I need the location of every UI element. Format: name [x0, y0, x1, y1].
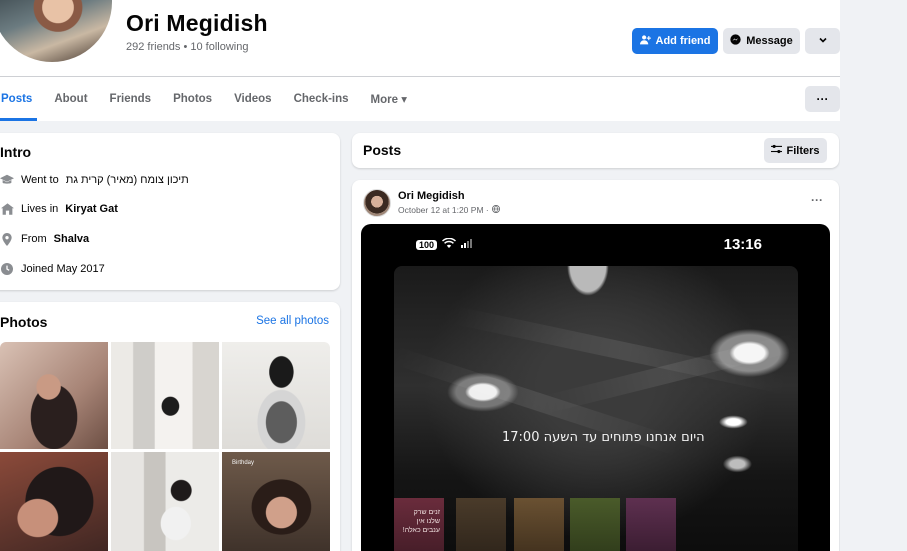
banner-text: זנים שרק שלנו אין ענבים כאלה! — [402, 509, 440, 534]
intro-education: Went to תיכון צומח (מאיר) קרית גת — [0, 173, 189, 187]
filters-button[interactable]: Filters — [764, 138, 827, 163]
post-timestamp: October 12 at 1:20 PM · — [398, 205, 500, 215]
profile-more-button[interactable] — [805, 28, 840, 54]
post-image[interactable]: 100 13:16 היום אנחנו פתוחים עד השעה 17:0… — [361, 224, 830, 551]
phone-battery-level: 100 — [416, 239, 438, 250]
tab-more[interactable]: More ▾ — [360, 77, 418, 121]
location-pin-icon — [0, 232, 14, 246]
shop-banner — [514, 498, 564, 551]
tab-about[interactable]: About — [43, 77, 98, 121]
post-author-avatar[interactable] — [363, 189, 391, 217]
phone-status-bar: 100 — [416, 237, 473, 251]
phone-clock: 13:16 — [723, 236, 762, 253]
intro-title: Intro — [0, 144, 32, 160]
photos-title: Photos — [0, 314, 48, 330]
graduation-cap-icon — [0, 173, 14, 187]
filters-label: Filters — [786, 144, 820, 157]
tab-photos[interactable]: Photos — [162, 77, 223, 121]
right-gutter — [840, 0, 907, 551]
chevron-down-icon — [818, 35, 828, 48]
posts-title: Posts — [363, 142, 402, 158]
profile-header: Ori Megidish 292 friends • 10 following … — [0, 0, 840, 121]
profile-stats[interactable]: 292 friends • 10 following — [126, 41, 248, 53]
shop-banner — [626, 498, 676, 551]
photos-card: Photos See all photos Birthday — [0, 302, 340, 551]
photo-thumbnail[interactable] — [0, 342, 108, 449]
shop-banner — [570, 498, 620, 551]
intro-education-prefix: Went to — [21, 174, 59, 186]
photo-thumbnail[interactable] — [0, 452, 108, 551]
intro-from-city[interactable]: Shalva — [54, 233, 89, 245]
messenger-icon — [730, 34, 741, 48]
signal-icon — [461, 238, 473, 251]
post-author-name[interactable]: Ori Megidish — [398, 190, 465, 202]
tab-friends[interactable]: Friends — [99, 77, 163, 121]
tab-posts[interactable]: Posts — [0, 77, 43, 121]
post-more-options-button[interactable]: ··· — [811, 193, 823, 207]
post-card: Ori Megidish October 12 at 1:20 PM · ···… — [352, 180, 839, 551]
tab-videos[interactable]: Videos — [223, 77, 283, 121]
intro-from-prefix: From — [21, 233, 47, 245]
tabs-more-options-button[interactable]: ··· — [805, 86, 840, 112]
posts-header-card: Posts Filters — [352, 133, 839, 168]
add-friend-label: Add friend — [655, 35, 711, 47]
shop-banner — [456, 498, 506, 551]
see-all-photos-link[interactable]: See all photos — [256, 315, 329, 327]
message-button[interactable]: Message — [723, 28, 800, 54]
clock-icon — [0, 262, 14, 276]
person-plus-icon — [639, 34, 651, 48]
intro-education-school[interactable]: תיכון צומח (מאיר) קרית גת — [66, 174, 189, 186]
profile-tabs: Posts About Friends Photos Videos Check-… — [0, 77, 418, 121]
tab-check-ins[interactable]: Check-ins — [283, 77, 360, 121]
intro-from: From Shalva — [0, 232, 89, 246]
photo-thumbnail[interactable] — [222, 342, 330, 449]
profile-avatar[interactable] — [0, 0, 112, 62]
house-icon — [0, 202, 14, 216]
intro-lives-prefix: Lives in — [21, 203, 59, 215]
intro-joined: Joined May 2017 — [0, 262, 105, 276]
shop-banner: זנים שרק שלנו אין ענבים כאלה! — [394, 498, 444, 551]
globe-icon — [491, 205, 500, 215]
add-friend-button[interactable]: Add friend — [632, 28, 718, 54]
sliders-icon — [771, 144, 783, 157]
message-label: Message — [746, 35, 793, 47]
post-date-text[interactable]: October 12 at 1:20 PM · — [398, 205, 489, 215]
photo-thumbnail[interactable]: Birthday — [222, 452, 330, 551]
intro-lives-in: Lives in Kiryat Gat — [0, 202, 118, 216]
photo-thumbnail[interactable] — [111, 342, 219, 449]
profile-name: Ori Megidish — [126, 10, 268, 36]
intro-joined-text: Joined May 2017 — [21, 263, 105, 275]
photo-caption: Birthday — [232, 460, 255, 466]
restaurant-photo: היום אנחנו פתוחים עד השעה 17:00 זנים שרק… — [394, 266, 798, 551]
intro-lives-city[interactable]: Kiryat Gat — [65, 203, 118, 215]
wifi-icon — [442, 237, 457, 251]
photo-thumbnail[interactable] — [111, 452, 219, 551]
story-overlay-text: היום אנחנו פתוחים עד השעה 17:00 — [502, 430, 705, 445]
intro-card: Intro Went to תיכון צומח (מאיר) קרית גת … — [0, 133, 340, 290]
